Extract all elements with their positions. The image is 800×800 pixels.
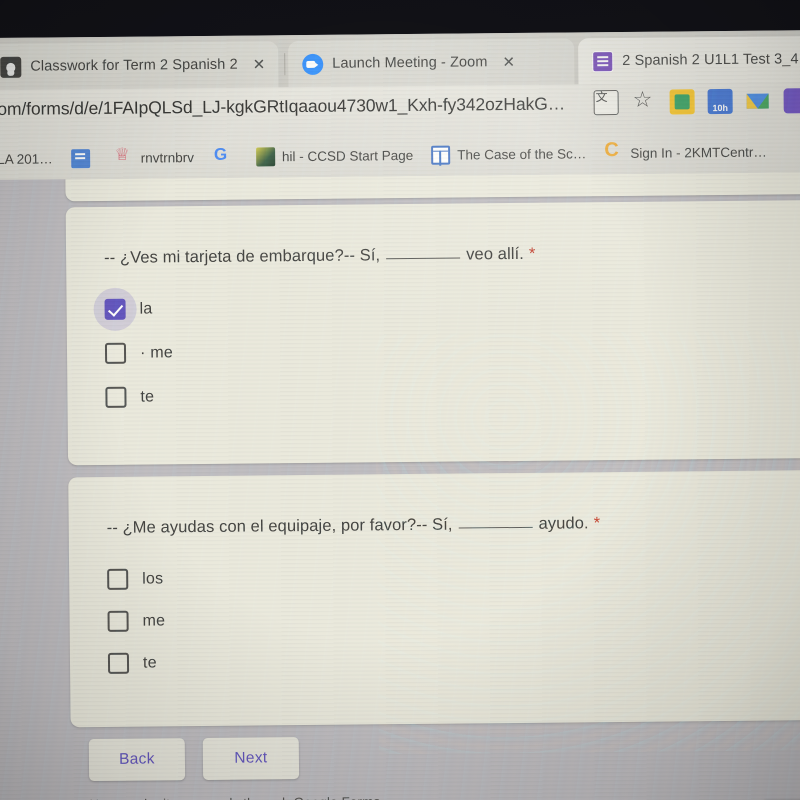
bookmark-label: ELA 201… [0, 150, 53, 167]
option-label: te [140, 387, 155, 406]
google-form-page: -- ¿Ves mi tarjeta de embarque?-- Sí, veo… [0, 172, 800, 800]
browser-tab-spanish-test[interactable]: 2 Spanish 2 U1L1 Test 3_4 [578, 35, 800, 85]
tab-separator [284, 53, 286, 76]
translate-icon[interactable] [593, 89, 619, 116]
bookmark-rnvtrnbrv[interactable]: rnvtrnbrv [106, 147, 203, 167]
fill-in-blank [386, 257, 461, 260]
classroom-icon [0, 56, 22, 78]
q1-option-te[interactable]: te [105, 386, 155, 408]
bookmark-label: hil - CCSD Start Page [281, 147, 414, 164]
option-lead-dot: · [139, 344, 146, 362]
bookmark-ccsd-start-page[interactable]: hil - CCSD Start Page [247, 145, 422, 166]
checkbox-icon[interactable] [107, 568, 129, 590]
q1-option-me[interactable]: · me [104, 342, 174, 364]
tab-close-icon[interactable]: ✕ [253, 56, 266, 73]
password-warning-note: Never submit passwords through Google Fo… [89, 794, 384, 800]
form-navigation-buttons: Back Next [88, 737, 300, 782]
laptop-screen: Classwork for Term 2 Spanish 2 ✕ Launch … [0, 30, 800, 800]
crown-icon [115, 148, 134, 167]
question-2-prefix: -- ¿Me ayudas con el equipaje, por favor… [106, 515, 453, 537]
tab-title: Classwork for Term 2 Spanish 2 [30, 56, 238, 75]
bookmark-google[interactable] [203, 147, 247, 166]
c-logo-icon [604, 143, 623, 162]
question-1-text: -- ¿Ves mi tarjeta de embarque?-- Sí, veo… [104, 245, 536, 268]
checkbox-icon[interactable] [107, 652, 130, 674]
browser-tab-zoom[interactable]: Launch Meeting - Zoom ✕ [288, 38, 575, 88]
bookmark-2kmtcentral[interactable]: Sign In - 2KMTCentr… [595, 142, 776, 163]
google-forms-icon [592, 50, 614, 72]
option-label: te [142, 653, 157, 672]
question-2-text: -- ¿Me ayudas con el equipaje, por favor… [107, 514, 601, 538]
fill-in-blank [458, 526, 533, 529]
bookmark-star-icon[interactable] [632, 90, 657, 115]
required-marker: * [593, 514, 601, 533]
table-icon [431, 145, 451, 165]
bookmark-case-of-the-sc[interactable]: The Case of the Sc… [422, 144, 595, 165]
form-question-card-1: -- ¿Ves mi tarjeta de embarque?-- Sí, veo… [65, 199, 800, 466]
bookmark-label: Sign In - 2KMTCentr… [630, 144, 767, 161]
omnibox-row: com/forms/d/e/1FAIpQLSd_LJ-kgkGRtIqaaou4… [0, 82, 800, 138]
zoom-icon [302, 53, 324, 75]
q1-option-la[interactable]: la [93, 287, 153, 332]
address-bar-url[interactable]: com/forms/d/e/1FAIpQLSd_LJ-kgkGRtIqaaou4… [0, 94, 565, 121]
checkbox-icon[interactable] [107, 610, 129, 632]
browser-tab-classwork[interactable]: Classwork for Term 2 Spanish 2 ✕ [0, 41, 279, 91]
google-search-icon [212, 147, 231, 166]
question-1-prefix: -- ¿Ves mi tarjeta de embarque?-- Sí, [104, 246, 381, 267]
purple-extension-icon[interactable] [783, 88, 800, 114]
browser-tab-strip: Classwork for Term 2 Spanish 2 ✕ Launch … [0, 30, 800, 91]
form-question-card-2: -- ¿Me ayudas con el equipaje, por favor… [68, 469, 800, 728]
next-button[interactable]: Next [202, 737, 300, 781]
google-forms-icon [70, 148, 90, 168]
green-thumbnail-icon [255, 146, 276, 166]
question-1-suffix: veo allí. [466, 244, 525, 264]
google-drive-extension-icon[interactable] [746, 89, 771, 114]
tab-close-icon[interactable]: ✕ [502, 53, 515, 70]
google-classroom-extension-icon[interactable] [669, 89, 695, 115]
ten-hours-extension-icon[interactable]: 10h [707, 88, 733, 115]
checkbox-checked-icon[interactable] [104, 298, 126, 320]
bookmark-google-forms[interactable] [62, 148, 106, 168]
tab-title: 2 Spanish 2 U1L1 Test 3_4 [622, 51, 799, 69]
option-label: la [139, 299, 153, 318]
q2-option-los[interactable]: los [107, 568, 163, 590]
option-label: los [142, 569, 164, 588]
q2-option-te[interactable]: te [107, 652, 157, 674]
back-button[interactable]: Back [88, 738, 186, 782]
bookmark-ela-201[interactable]: ELA 201… [0, 151, 62, 167]
tab-title: Launch Meeting - Zoom [332, 54, 488, 72]
omnibox-icon-group: 10h [593, 88, 800, 116]
bookmark-label: rnvtrnbrv [140, 149, 195, 166]
bookmark-label: The Case of the Sc… [457, 145, 587, 163]
checkbox-icon[interactable] [104, 342, 127, 364]
photograph-of-laptop-screen: Classwork for Term 2 Spanish 2 ✕ Launch … [0, 0, 800, 800]
question-2-suffix: ayudo. [538, 514, 589, 533]
option-label: me [142, 611, 166, 630]
option-label: me [150, 343, 174, 361]
q2-option-me[interactable]: me [107, 610, 166, 632]
checkbox-icon[interactable] [105, 386, 127, 408]
required-marker: * [528, 244, 536, 263]
